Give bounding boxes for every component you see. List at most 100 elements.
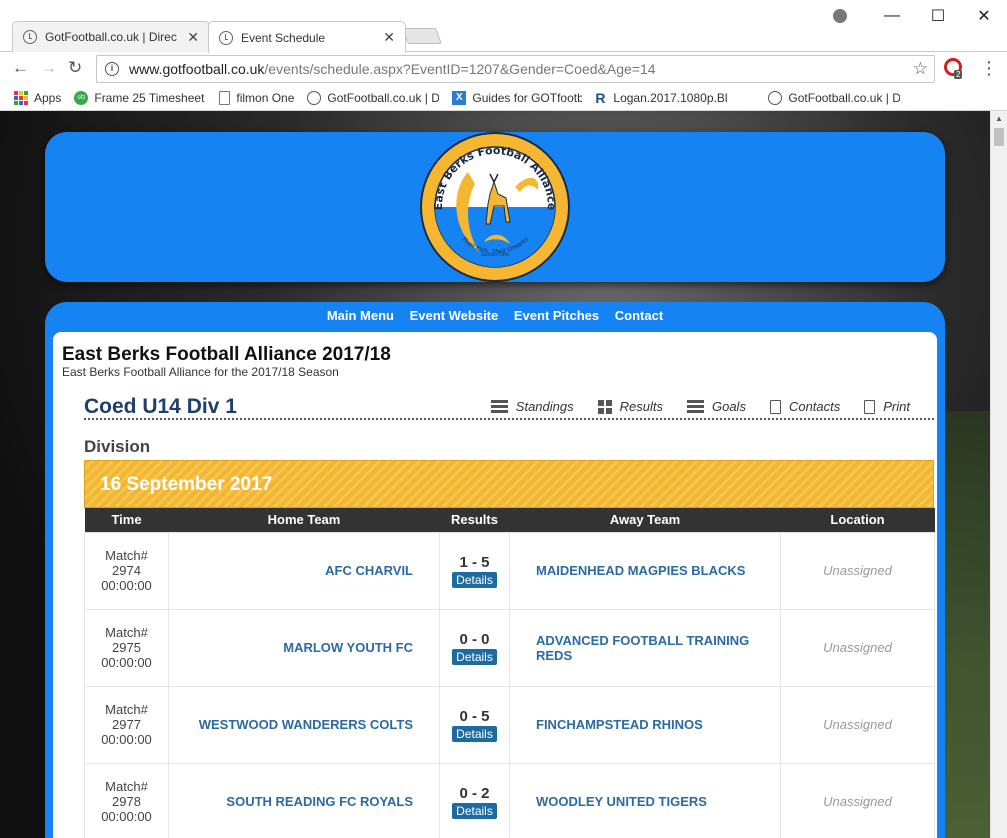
col-header-time: Time: [84, 508, 169, 532]
url-path: /events/schedule.aspx?EventID=1207&Gende…: [264, 61, 656, 77]
location-cell: Unassigned: [780, 608, 935, 687]
location-cell: Unassigned: [780, 685, 935, 764]
bookmarks-bar: Apps ofz Frame 25 Timesheet | filmon One…: [0, 85, 1007, 111]
grid-icon: [597, 399, 612, 414]
bookmark-gotfootball-1[interactable]: GotFootball.co.uk | D: [307, 90, 439, 105]
table-row: Match# 2978 00:00:00 SOUTH READING FC ROYA…: [84, 762, 935, 838]
main-nav: Main Menu Event Website Event Pitches Co…: [45, 308, 945, 323]
nav-main-menu[interactable]: Main Menu: [327, 308, 394, 323]
standings-link[interactable]: Standings: [490, 399, 574, 414]
extension-badge: 2: [954, 70, 963, 79]
details-button[interactable]: Details: [452, 725, 497, 742]
bookmark-gotfootball-2[interactable]: GotFootball.co.uk | D: [768, 90, 900, 105]
contacts-link[interactable]: Contacts: [769, 399, 840, 414]
tab-title: GotFootball.co.uk | Direc: [45, 30, 177, 44]
date-header: 16 September 2017: [84, 460, 934, 508]
table-header-row: Time Home Team Results Away Team Locatio…: [84, 508, 935, 532]
match-time-cell: Match# 2977 00:00:00: [84, 685, 169, 764]
minimize-icon[interactable]: —: [869, 0, 915, 32]
score: 0 - 5: [459, 707, 490, 725]
svg-text:Founded 1991: Founded 1991: [481, 252, 510, 257]
maximize-icon[interactable]: ☐: [915, 0, 961, 32]
result-cell: 0 - 2 Details: [439, 762, 510, 838]
score: 1 - 5: [459, 553, 490, 571]
scrollbar-thumb[interactable]: [994, 128, 1004, 146]
home-team-link[interactable]: SOUTH READING FC ROYALS: [168, 762, 440, 838]
home-team-link[interactable]: WESTWOOD WANDERERS COLTS: [168, 685, 440, 764]
home-team-link[interactable]: AFC CHARVIL: [168, 531, 440, 610]
match-time-cell: Match# 2978 00:00:00: [84, 762, 169, 838]
event-title: East Berks Football Alliance 2017/18: [62, 344, 391, 365]
nav-event-pitches[interactable]: Event Pitches: [514, 308, 599, 323]
r-icon: R: [595, 89, 606, 106]
score: 0 - 0: [459, 630, 490, 648]
section-label: Division: [84, 437, 151, 456]
page-scrollbar[interactable]: ▲: [990, 111, 1007, 838]
ofz-icon: ofz: [74, 90, 89, 105]
list-icon: [490, 400, 508, 413]
bookmark-star-icon[interactable]: ☆: [913, 59, 928, 79]
tab-strip: GotFootball.co.uk | Direc ✕ Event Schedu…: [0, 0, 1007, 53]
main-content: East Berks Football Alliance 2017/18 Eas…: [53, 332, 937, 838]
clock-icon: [23, 30, 37, 44]
event-subtitle: East Berks Football Alliance for the 201…: [62, 365, 339, 379]
tab-title: Event Schedule: [241, 30, 326, 45]
list-icon: [686, 400, 704, 413]
scroll-up-icon[interactable]: ▲: [995, 114, 1003, 123]
reload-icon[interactable]: ↻: [68, 58, 82, 78]
bookmark-apps[interactable]: Apps: [14, 90, 61, 105]
result-cell: 0 - 0 Details: [439, 608, 510, 687]
away-team-link[interactable]: MAIDENHEAD MAGPIES BLACKS: [509, 531, 781, 610]
alliance-logo: East Berks Football Alliance Their Kids,…: [420, 132, 570, 282]
results-link[interactable]: Results: [597, 399, 663, 414]
match-time-cell: Match# 2974 00:00:00: [84, 531, 169, 610]
col-header-away: Away Team: [509, 508, 781, 532]
apps-grid-icon: [14, 90, 28, 105]
profile-icon[interactable]: [833, 9, 847, 23]
schedule-date: 16 September 2017: [100, 474, 273, 495]
forward-arrow-icon[interactable]: →: [40, 58, 57, 78]
site-header: East Berks Football Alliance Their Kids,…: [45, 132, 945, 282]
close-icon[interactable]: ✕: [187, 29, 199, 46]
tab-event-schedule[interactable]: Event Schedule ✕: [208, 21, 406, 53]
result-cell: 0 - 5 Details: [439, 685, 510, 764]
bookmark-logan[interactable]: R Logan.2017.1080p.Bl: [595, 91, 755, 105]
address-bar[interactable]: i www.gotfootball.co.uk/events/schedule.…: [96, 55, 935, 83]
away-team-link[interactable]: WOODLEY UNITED TIGERS: [509, 762, 781, 838]
col-header-results: Results: [439, 508, 510, 532]
table-row: Match# 2977 00:00:00 WESTWOOD WANDERERS CO…: [84, 685, 935, 764]
nav-contact[interactable]: Contact: [615, 308, 663, 323]
tab-gotfootball[interactable]: GotFootball.co.uk | Direc ✕: [12, 21, 210, 52]
details-button[interactable]: Details: [452, 802, 497, 819]
print-link[interactable]: Print: [864, 399, 910, 414]
bookmark-guides[interactable]: X Guides for GOTfootb: [452, 90, 582, 105]
bookmark-frame25[interactable]: ofz Frame 25 Timesheet |: [74, 90, 206, 105]
away-team-link[interactable]: ADVANCED FOOTBALL TRAINING REDS: [509, 608, 781, 687]
schedule-table: Time Home Team Results Away Team Locatio…: [84, 508, 935, 838]
nav-event-website[interactable]: Event Website: [410, 308, 499, 323]
browser-toolbar: ← → ↻ i www.gotfootball.co.uk/events/sch…: [0, 52, 1007, 85]
details-button[interactable]: Details: [452, 648, 497, 665]
match-time-cell: Match# 2975 00:00:00: [84, 608, 169, 687]
back-arrow-icon[interactable]: ←: [12, 58, 29, 78]
close-window-icon[interactable]: ✕: [961, 0, 1007, 32]
goals-link[interactable]: Goals: [686, 399, 746, 414]
clock-icon: [219, 30, 233, 45]
division-header: Coed U14 Div 1 Standings Results Goals C…: [84, 388, 934, 420]
home-team-link[interactable]: MARLOW YOUTH FC: [168, 608, 440, 687]
location-cell: Unassigned: [780, 762, 935, 838]
page-icon: [219, 90, 231, 105]
table-row: Match# 2974 00:00:00 AFC CHARVIL 1 - 5 Deta…: [84, 531, 935, 610]
result-cell: 1 - 5 Details: [439, 531, 510, 610]
browser-menu-icon[interactable]: ⋮: [980, 58, 998, 79]
division-links: Standings Results Goals Contacts Print: [467, 399, 910, 414]
location-cell: Unassigned: [780, 531, 935, 610]
info-icon[interactable]: i: [105, 62, 119, 76]
away-team-link[interactable]: FINCHAMPSTEAD RHINOS: [509, 685, 781, 764]
close-icon[interactable]: ✕: [383, 29, 395, 46]
url-host: www.gotfootball.co.uk: [129, 61, 265, 77]
bookmark-filmon[interactable]: filmon One: [219, 90, 294, 105]
new-tab-button[interactable]: [402, 28, 442, 44]
details-button[interactable]: Details: [452, 571, 497, 588]
browser-chrome: GotFootball.co.uk | Direc ✕ Event Schedu…: [0, 0, 1007, 111]
